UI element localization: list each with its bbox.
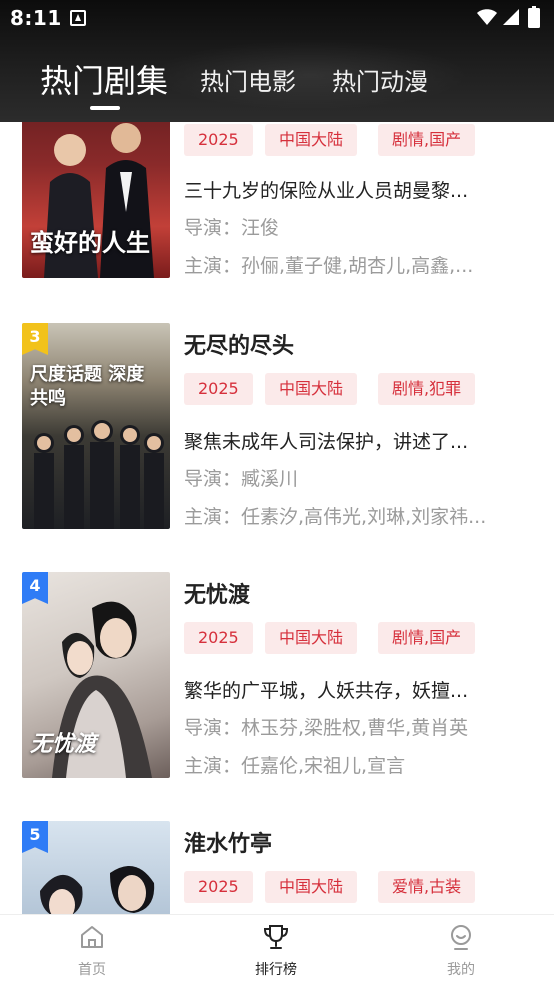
tag-region: 中国大陆 [265, 622, 358, 654]
item-cast: 主演：孙俪,董子健,胡杏儿,高鑫,... [184, 255, 474, 277]
status-time: 8:11 [10, 6, 62, 30]
item-description: 聚焦未成年人司法保护，讲述了... [184, 431, 469, 453]
ranking-list[interactable]: 蛮好的人生 2025 中国大陆 剧情,国产 三十九岁的保险从业人员胡曼黎... … [0, 122, 554, 914]
item-title[interactable]: 淮水竹亭 [184, 826, 272, 858]
item-director: 导演：汪俊 [184, 217, 280, 239]
nav-ranking[interactable]: 排行榜 [216, 915, 336, 985]
tag-genre: 剧情,国产 [378, 622, 476, 654]
tag-region: 中国大陆 [265, 373, 358, 405]
list-item[interactable]: 尺度话题 深度共鸣 3 无尽的尽头 2025 中国大陆 剧情,犯罪 聚焦未成年人… [0, 323, 554, 529]
item-description: 三十九岁的保险从业人员胡曼黎... [184, 180, 469, 202]
tab-hot-anime[interactable]: 热门动漫 [332, 62, 428, 97]
tag-year: 2025 [184, 871, 253, 903]
home-icon [81, 926, 103, 948]
poster-figures [34, 420, 164, 529]
tag-genre: 爱情,古装 [378, 871, 476, 903]
tag-year: 2025 [184, 622, 253, 654]
nav-ranking-label: 排行榜 [255, 962, 297, 978]
tag-genre: 剧情,犯罪 [378, 373, 476, 405]
tab-active-indicator [90, 106, 120, 110]
item-cast: 主演：任嘉伦,宋祖儿,宣言 [184, 755, 406, 777]
trophy-icon [263, 925, 289, 949]
poster-image[interactable]: 无忧渡 4 [22, 572, 170, 778]
tag-region: 中国大陆 [265, 124, 358, 156]
tab-hot-movies[interactable]: 热门电影 [200, 62, 296, 97]
item-description: 繁华的广平城，人妖共存，妖擅... [184, 680, 469, 702]
signal-icon [503, 9, 519, 25]
nav-mine[interactable]: 我的 [401, 915, 521, 985]
profile-icon [451, 925, 471, 950]
tag-year: 2025 [184, 373, 253, 405]
wifi-icon [477, 9, 497, 25]
item-title[interactable]: 无忧渡 [184, 577, 250, 609]
list-item[interactable]: 蛮好的人生 2025 中国大陆 剧情,国产 三十九岁的保险从业人员胡曼黎... … [0, 122, 554, 278]
poster-title: 尺度话题 深度共鸣 [30, 364, 145, 409]
item-cast: 主演：任素汐,高伟光,刘琳,刘家祎... [184, 506, 487, 528]
nav-mine-label: 我的 [447, 962, 475, 978]
list-item[interactable]: 5 淮水竹亭 2025 中国大陆 爱情,古装 [0, 821, 554, 914]
notification-app-icon [70, 10, 86, 26]
poster-image[interactable]: 5 [22, 821, 170, 914]
list-item[interactable]: 无忧渡 4 无忧渡 2025 中国大陆 剧情,国产 繁华的广平城，人妖共存，妖擅… [0, 572, 554, 778]
item-director: 导演：林玉芬,梁胜权,曹华,黄肖英 [184, 717, 469, 739]
status-bar: 8:11 [0, 0, 554, 38]
item-title[interactable]: 无尽的尽头 [184, 328, 294, 360]
battery-icon [528, 6, 540, 28]
item-director: 导演：臧溪川 [184, 468, 299, 490]
poster-title: 无忧渡 [30, 731, 97, 757]
tab-hot-series[interactable]: 热门剧集 [40, 56, 168, 102]
poster-image[interactable]: 尺度话题 深度共鸣 3 [22, 323, 170, 529]
tag-genre: 剧情,国产 [378, 124, 476, 156]
nav-home[interactable]: 首页 [32, 915, 152, 985]
header: 8:11 热门剧集 热门电影 热门动漫 [0, 0, 554, 122]
category-tabs: 热门剧集 热门电影 热门动漫 [0, 38, 554, 122]
tag-year: 2025 [184, 124, 253, 156]
bottom-nav: 首页 排行榜 我的 [0, 914, 554, 985]
nav-home-label: 首页 [78, 962, 106, 978]
tag-region: 中国大陆 [265, 871, 358, 903]
poster-image[interactable]: 蛮好的人生 [22, 122, 170, 278]
poster-title: 蛮好的人生 [30, 228, 150, 257]
